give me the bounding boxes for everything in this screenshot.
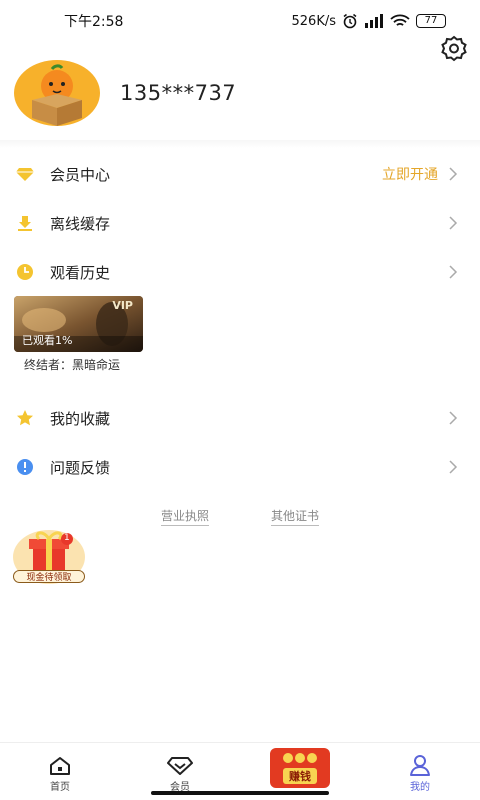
activate-now-link[interactable]: 立即开通 bbox=[382, 164, 438, 184]
business-license-link[interactable]: 营业执照 bbox=[160, 507, 209, 526]
user-phone: 135***737 bbox=[120, 81, 237, 105]
menu-feedback-label: 问题反馈 bbox=[50, 458, 111, 477]
user-icon bbox=[410, 755, 430, 776]
tab-mine-label: 我的 bbox=[410, 782, 430, 793]
chevron-right-icon bbox=[449, 411, 458, 425]
clock-icon bbox=[16, 263, 34, 281]
chevron-right-icon bbox=[449, 167, 458, 181]
battery-level: 77 bbox=[424, 15, 438, 26]
info-alert-icon bbox=[16, 458, 34, 476]
cash-pending-label[interactable]: 现金待领取 bbox=[13, 570, 85, 583]
menu-watch-history[interactable]: 观看历史 bbox=[0, 248, 480, 296]
signal-icon bbox=[365, 14, 383, 28]
battery-icon: 77 bbox=[416, 14, 446, 28]
tab-earn-label: 赚钱 bbox=[283, 768, 317, 784]
gesture-home-bar[interactable] bbox=[151, 791, 329, 795]
vip-badge: VIP bbox=[112, 299, 133, 312]
coin-icon bbox=[283, 753, 317, 763]
alarm-icon bbox=[343, 13, 357, 29]
menu-offline-cache-label: 离线缓存 bbox=[50, 214, 111, 233]
chevron-right-icon bbox=[449, 216, 458, 230]
profile-header[interactable]: 135***737 bbox=[14, 60, 236, 126]
footer-links: 营业执照 其他证书 bbox=[0, 507, 480, 526]
other-certificates-link[interactable]: 其他证书 bbox=[271, 507, 320, 526]
tab-home-label: 首页 bbox=[50, 782, 70, 793]
status-time: 下午2:58 bbox=[64, 14, 124, 30]
menu-offline-cache[interactable]: 离线缓存 bbox=[0, 199, 480, 247]
menu-feedback[interactable]: 问题反馈 bbox=[0, 443, 480, 491]
status-bar: 下午2:58 526K/s 77 bbox=[0, 0, 480, 42]
star-icon bbox=[16, 409, 34, 427]
cash-pending-text: 现金待领取 bbox=[26, 573, 72, 583]
menu-favorites[interactable]: 我的收藏 bbox=[0, 394, 480, 442]
menu-vip-center[interactable]: 会员中心 立即开通 bbox=[0, 150, 480, 198]
orange-mascot-icon bbox=[32, 64, 82, 126]
watch-progress: 已观看1% bbox=[22, 334, 73, 347]
history-video-thumbnail[interactable]: VIP 已观看1% bbox=[14, 296, 143, 352]
avatar[interactable] bbox=[14, 60, 100, 126]
network-speed: 526K/s bbox=[291, 13, 337, 29]
section-divider bbox=[0, 140, 480, 148]
tab-home[interactable]: 首页 bbox=[20, 743, 100, 793]
home-icon bbox=[50, 757, 70, 775]
tab-vip[interactable]: 会员 bbox=[140, 743, 220, 793]
menu-favorites-label: 我的收藏 bbox=[50, 409, 111, 428]
status-icons: 526K/s 77 bbox=[291, 13, 446, 29]
wifi-icon bbox=[390, 14, 410, 26]
gift-count-badge: 1 bbox=[64, 533, 70, 543]
diamond-outline-icon bbox=[167, 757, 193, 775]
chevron-right-icon bbox=[449, 460, 458, 474]
chevron-right-icon bbox=[449, 265, 458, 279]
tab-mine[interactable]: 我的 bbox=[380, 743, 460, 793]
diamond-icon bbox=[16, 165, 34, 183]
settings-gear-icon[interactable] bbox=[440, 34, 468, 62]
history-video-title[interactable]: 终结者：黑暗命运 bbox=[24, 356, 120, 373]
download-icon bbox=[16, 214, 34, 232]
menu-vip-center-label: 会员中心 bbox=[50, 165, 111, 184]
menu-watch-history-label: 观看历史 bbox=[50, 263, 111, 282]
